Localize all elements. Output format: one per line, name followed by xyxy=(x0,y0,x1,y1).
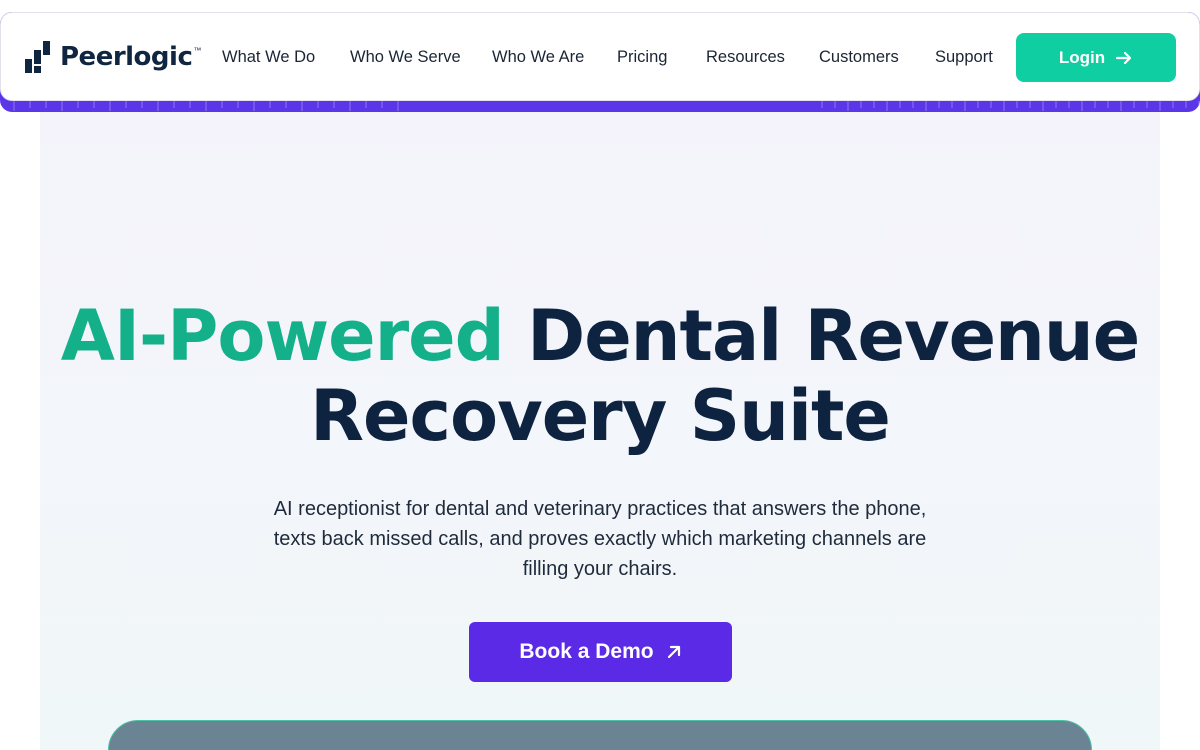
nav-item-who-we-are[interactable]: Who We Are xyxy=(492,48,584,67)
site-header: Peerlogic ™ What We Do Who We Serve Who … xyxy=(0,12,1200,112)
hero-subtext: AI receptionist for dental and veterinar… xyxy=(273,498,927,580)
peerlogic-logo-icon xyxy=(25,41,50,73)
header-tick-decoration xyxy=(13,101,1200,111)
logo-trademark: ™ xyxy=(193,46,202,55)
nav-item-customers[interactable]: Customers xyxy=(819,48,899,67)
nav-item-what-we-do[interactable]: What We Do xyxy=(222,48,315,67)
headline-accent: AI-Powered xyxy=(60,295,505,377)
book-demo-label: Book a Demo xyxy=(519,640,654,663)
dashboard-preview xyxy=(108,720,1092,750)
arrow-up-right-icon xyxy=(667,645,680,659)
headline-line2: Recovery Suite xyxy=(310,375,891,457)
nav-item-support[interactable]: Support xyxy=(935,48,993,67)
nav-item-resources[interactable]: Resources xyxy=(706,48,785,67)
nav-item-who-we-serve[interactable]: Who We Serve xyxy=(350,48,461,67)
arrow-right-icon xyxy=(1116,51,1132,64)
logo-wordmark: Peerlogic xyxy=(60,42,193,72)
login-button-label: Login xyxy=(1058,47,1106,67)
nav-item-pricing[interactable]: Pricing xyxy=(617,48,667,67)
hero-headline: AI-Powered Dental Revenue Recovery Suite xyxy=(0,296,1200,456)
header-bar: Peerlogic ™ What We Do Who We Serve Who … xyxy=(0,12,1200,101)
book-demo-button[interactable]: Book a Demo xyxy=(469,622,732,682)
logo[interactable]: Peerlogic ™ xyxy=(25,40,201,74)
headline-line1-rest: Dental Revenue xyxy=(527,295,1140,377)
login-button[interactable]: Login xyxy=(1016,33,1176,82)
